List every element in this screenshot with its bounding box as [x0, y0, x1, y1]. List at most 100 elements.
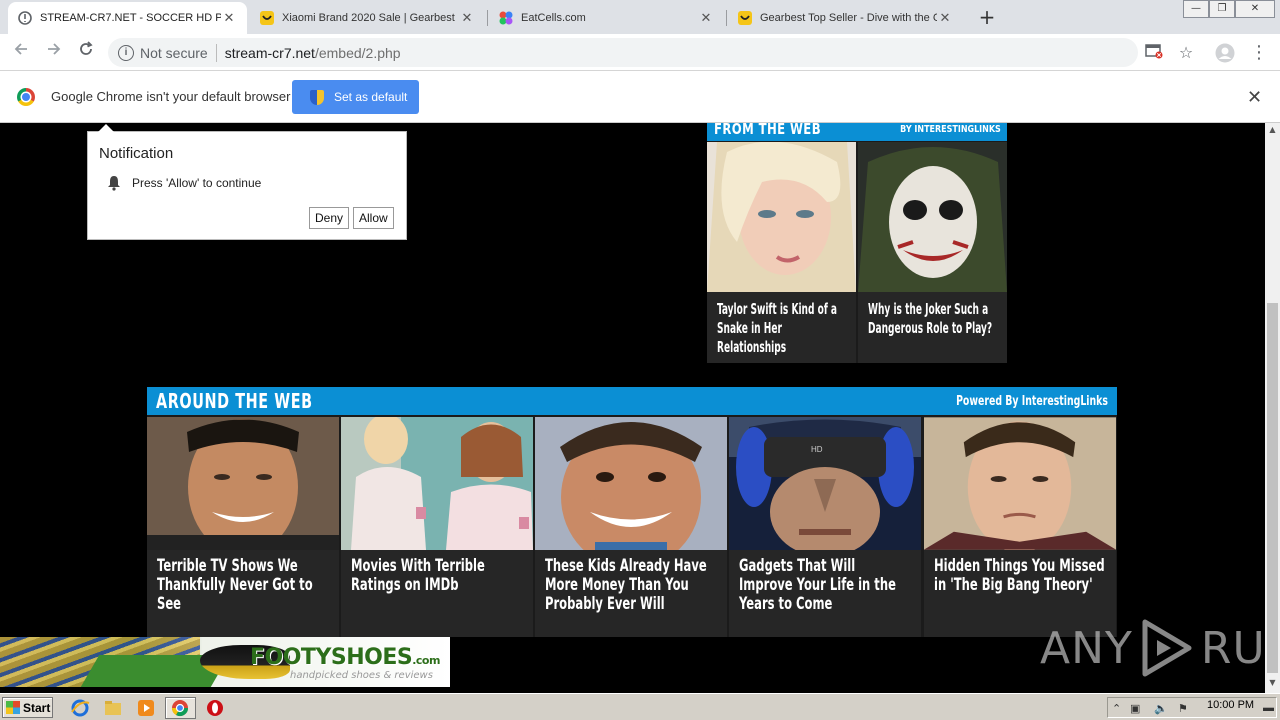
windows-logo-icon [6, 701, 20, 714]
ad-card-caption: Taylor Swift is Kind of a Snake in Her R… [717, 300, 838, 356]
back-button[interactable] [9, 41, 33, 65]
widget-byline[interactable]: Powered By InterestingLinks [956, 394, 1108, 409]
movie-scene-photo [341, 417, 533, 550]
browser-toolbar: i Not secure stream-cr7.net/embed/2.php … [0, 34, 1280, 71]
footyshoes-banner-ad[interactable]: FOOTYSHOES.com handpicked shoes & review… [0, 637, 450, 687]
set-default-label: Set as default [334, 90, 408, 104]
anyrun-watermark: ANY RUN [1040, 613, 1265, 683]
globe-icon [18, 11, 32, 25]
internet-explorer-icon[interactable] [70, 698, 90, 718]
blonde-woman-photo [707, 142, 856, 292]
footyshoes-logo: FOOTYSHOES.com [250, 645, 440, 670]
deny-button[interactable]: Deny [309, 207, 350, 229]
widget-byline[interactable]: BY INTERESTINGLINKS [900, 124, 1001, 135]
ad-card[interactable]: Terrible TV Shows We Thankfully Never Go… [147, 417, 339, 637]
page-content: Notification Press 'Allow' to continue D… [0, 123, 1265, 693]
scroll-thumb[interactable] [1267, 303, 1278, 673]
headset-label: HD [811, 445, 823, 454]
minimize-button[interactable]: — [1183, 0, 1209, 18]
ad-card-caption: These Kids Already Have More Money Than … [545, 556, 707, 614]
watermark-left: ANY [1040, 622, 1133, 674]
ad-card-caption: Hidden Things You Missed in 'The Big Ban… [934, 556, 1105, 595]
divider [215, 43, 217, 62]
network-icon[interactable]: ▣ [1130, 702, 1140, 715]
close-tab-icon[interactable]: ✕ [937, 10, 953, 26]
infobar-close-icon[interactable]: ✕ [1247, 87, 1262, 108]
tab-gearbest-top-seller[interactable]: Gearbest Top Seller - Dive with the C ✕ [728, 2, 963, 34]
tab-title: EatCells.com [521, 12, 586, 24]
bookmark-star-icon[interactable]: ☆ [1176, 43, 1196, 63]
eatcells-icon [499, 11, 513, 25]
tab-eatcells[interactable]: EatCells.com ✕ [489, 2, 724, 34]
tab-xiaomi-gearbest[interactable]: Xiaomi Brand 2020 Sale | Gearbest ✕ [250, 2, 485, 34]
start-label: Start [23, 700, 51, 715]
address-bar[interactable]: i Not secure stream-cr7.net/embed/2.php [108, 38, 1138, 67]
close-tab-icon[interactable]: ✕ [459, 10, 475, 26]
tab-title: Xiaomi Brand 2020 Sale | Gearbest [282, 12, 455, 24]
close-tab-icon[interactable]: ✕ [698, 10, 714, 26]
tab-title: STREAM-CR7.NET - SOCCER HD Pla [40, 12, 221, 24]
chrome-taskbar-button[interactable] [165, 697, 196, 719]
show-hidden-icons-icon[interactable]: ⌃ [1112, 702, 1121, 715]
new-tab-button[interactable]: + [976, 6, 998, 28]
allow-button[interactable]: Allow [353, 207, 394, 229]
profile-avatar-icon[interactable] [1215, 43, 1235, 63]
watermark-right: RUN [1200, 622, 1265, 674]
widget-title: AROUND THE WEB [156, 389, 313, 413]
action-center-flag-icon[interactable]: ⚑ [1178, 702, 1188, 715]
ad-card-caption: Terrible TV Shows We Thankfully Never Go… [157, 556, 313, 614]
ad-card-caption: Why is the Joker Such a Dangerous Role t… [868, 300, 993, 337]
start-button[interactable]: Start [2, 697, 53, 718]
url-host: stream-cr7.net [224, 44, 315, 61]
taskbar-clock[interactable]: 10:00 PM [1207, 699, 1254, 711]
scroll-down-arrow-icon[interactable]: ▼ [1265, 678, 1280, 690]
info-icon[interactable]: i [118, 44, 134, 61]
widget-header: AROUND THE WEB Powered By InterestingLin… [147, 387, 1117, 415]
chrome-logo-icon [17, 88, 35, 106]
ad-card-caption: Gadgets That Will Improve Your Life in t… [739, 556, 896, 614]
default-browser-infobar: Google Chrome isn't your default browser… [0, 71, 1280, 123]
notification-title: Notification [99, 145, 174, 162]
widget-title: FROM THE WEB [714, 123, 822, 138]
chrome-icon [171, 700, 189, 717]
notification-message: Press 'Allow' to continue [132, 176, 262, 190]
smiling-kid-photo [535, 417, 727, 550]
reload-button[interactable] [74, 41, 98, 65]
brand-suffix: .com [412, 654, 440, 667]
vr-headset-photo: HD [729, 417, 921, 550]
url-path: /embed/2.php [314, 44, 401, 61]
ad-card[interactable]: Why is the Joker Such a Dangerous Role t… [858, 142, 1007, 363]
tab-strip: STREAM-CR7.NET - SOCCER HD Pla ✕ Xiaomi … [0, 0, 1280, 34]
bell-icon [108, 176, 120, 191]
close-tab-icon[interactable]: ✕ [221, 10, 237, 26]
brand-name: FOOTYSHOES [250, 645, 413, 670]
volume-icon[interactable]: 🔈 [1154, 702, 1168, 715]
show-desktop-icon[interactable]: ▬ [1263, 702, 1274, 714]
page-scrollbar[interactable]: ▲ ▼ [1265, 123, 1280, 693]
restore-button[interactable]: ❐ [1209, 0, 1235, 18]
forward-button[interactable] [42, 41, 66, 65]
window-close-button[interactable]: ✕ [1235, 0, 1275, 18]
ad-card[interactable]: Movies With Terrible Ratings on IMDb [341, 417, 533, 637]
infobar-message: Google Chrome isn't your default browser [51, 89, 291, 104]
ad-card[interactable]: These Kids Already Have More Money Than … [535, 417, 727, 637]
tab-stream-cr7[interactable]: STREAM-CR7.NET - SOCCER HD Pla ✕ [8, 2, 247, 34]
around-the-web-widget: AROUND THE WEB Powered By InterestingLin… [147, 387, 1117, 637]
from-the-web-widget: FROM THE WEB BY INTERESTINGLINKS Taylor … [707, 123, 1007, 363]
tab-separator [726, 10, 727, 26]
opera-icon[interactable] [205, 698, 225, 718]
blocked-popup-icon[interactable] [1144, 43, 1164, 63]
ad-card[interactable]: HD Gadgets That Will Improve Your Life i… [729, 417, 921, 637]
scroll-up-arrow-icon[interactable]: ▲ [1265, 125, 1280, 137]
file-explorer-icon[interactable] [103, 698, 123, 718]
set-default-button[interactable]: Set as default [292, 80, 419, 114]
ad-card[interactable]: Hidden Things You Missed in 'The Big Ban… [924, 417, 1116, 637]
gearbest-icon [260, 11, 274, 25]
brand-tagline: handpicked shoes & reviews [290, 670, 433, 681]
sheldon-photo [924, 417, 1116, 550]
reload-icon [80, 41, 93, 55]
media-player-icon[interactable] [136, 698, 156, 718]
menu-dots-icon[interactable]: ⋮ [1249, 43, 1269, 63]
ad-card-caption: Movies With Terrible Ratings on IMDb [351, 556, 485, 595]
ad-card[interactable]: Taylor Swift is Kind of a Snake in Her R… [707, 142, 856, 363]
